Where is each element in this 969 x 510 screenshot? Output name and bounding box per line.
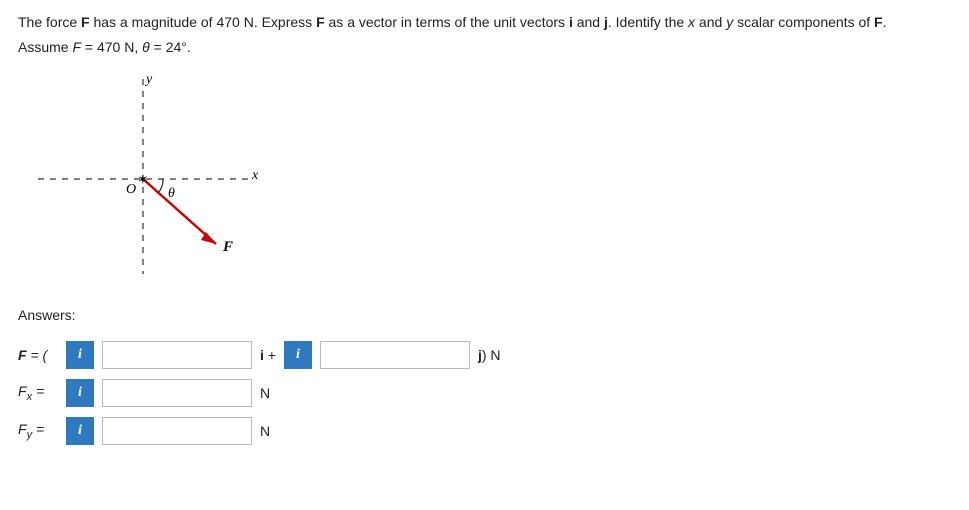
answers-heading: Answers:: [18, 307, 951, 323]
fx-unit: N: [260, 385, 276, 401]
answer-row-fy: Fy = i N: [18, 417, 951, 445]
info-button-fi[interactable]: i: [66, 341, 94, 369]
x-axis-label: x: [251, 168, 259, 183]
f-vector-suffix: j) N: [478, 347, 501, 363]
input-fx[interactable]: [102, 379, 252, 407]
force-diagram: y x O θ F ✶: [18, 69, 951, 289]
input-fi[interactable]: [102, 341, 252, 369]
y-axis-label: y: [144, 72, 153, 87]
origin-label: O: [126, 182, 136, 197]
f-vector-mid: i +: [260, 347, 276, 363]
svg-text:✶: ✶: [137, 171, 149, 187]
info-button-fy[interactable]: i: [66, 417, 94, 445]
fy-unit: N: [260, 423, 276, 439]
answer-row-f-vector: F = ( i i + i j) N: [18, 341, 951, 369]
assume-text: Assume F = 470 N, θ = 24°.: [18, 39, 951, 55]
problem-statement: The force F has a magnitude of 470 N. Ex…: [18, 12, 951, 33]
info-button-fx[interactable]: i: [66, 379, 94, 407]
answer-row-fx: Fx = i N: [18, 379, 951, 407]
f-vector-prefix: F = (: [18, 347, 58, 363]
info-button-fj[interactable]: i: [284, 341, 312, 369]
fx-label: Fx =: [18, 383, 58, 403]
input-fy[interactable]: [102, 417, 252, 445]
force-label: F: [222, 239, 233, 255]
theta-label: θ: [168, 186, 175, 201]
input-fj[interactable]: [320, 341, 470, 369]
fy-label: Fy =: [18, 421, 58, 441]
